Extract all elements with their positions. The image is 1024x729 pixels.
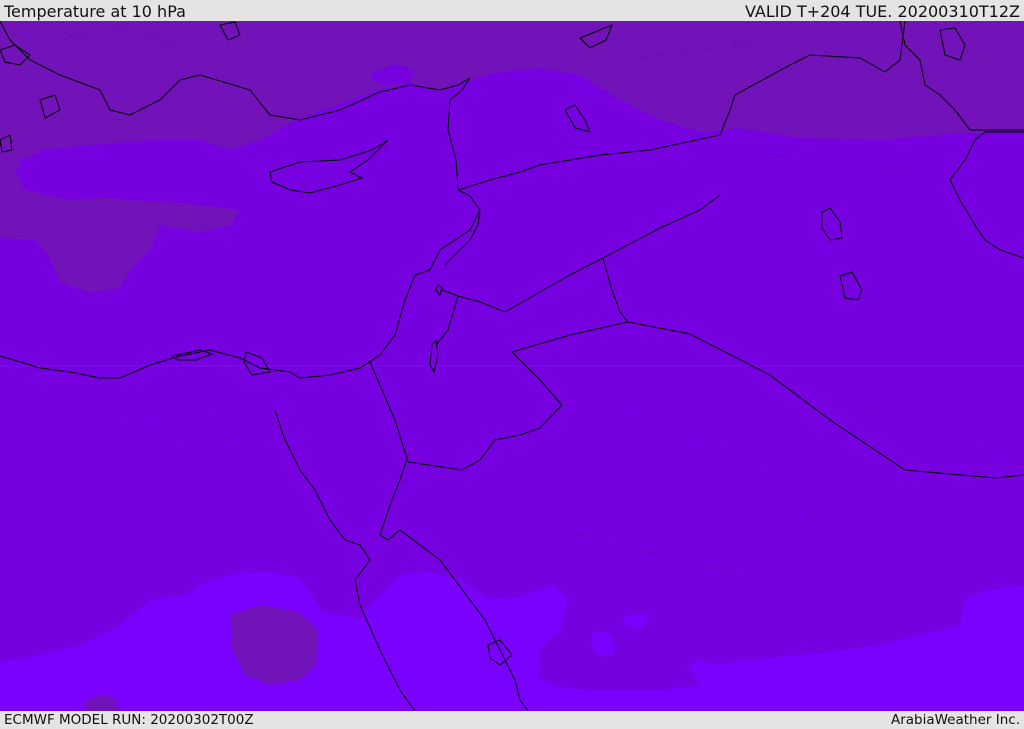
model-run-label: ECMWF MODEL RUN: 20200302T00Z: [4, 712, 254, 728]
valid-time-label: VALID T+204 TUE. 20200310T12Z: [744, 2, 1020, 21]
map-header: Temperature at 10 hPa VALID T+204 TUE. 2…: [0, 0, 1024, 21]
map-canvas: [0, 21, 1024, 711]
temperature-map-svg: [0, 21, 1024, 711]
map-title: Temperature at 10 hPa: [4, 2, 186, 21]
map-footer: ECMWF MODEL RUN: 20200302T00Z ArabiaWeat…: [0, 711, 1024, 729]
credit-label: ArabiaWeather Inc.: [890, 712, 1020, 728]
